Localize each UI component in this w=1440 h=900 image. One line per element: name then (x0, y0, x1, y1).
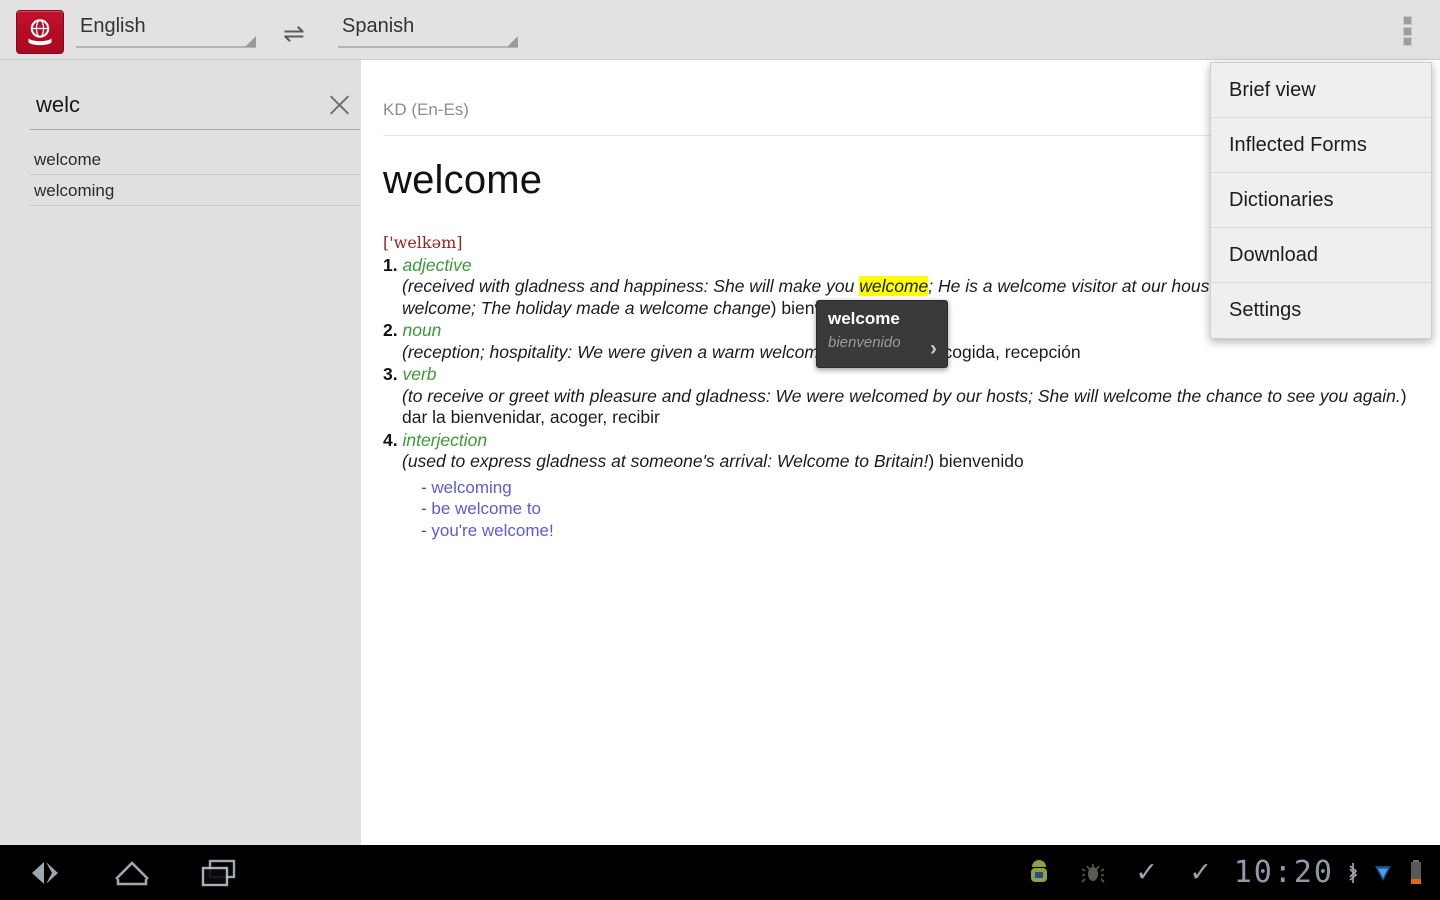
swap-icon: ⇌ (283, 18, 305, 48)
top-bar: English ⇌ Spanish (0, 0, 1440, 60)
system-navigation-bar: ✓ ✓ 10:20 (0, 845, 1440, 900)
related-link-row: - welcoming (421, 477, 1418, 499)
signal-icon (1366, 845, 1400, 900)
sense-translation: bienvenido (934, 451, 1024, 471)
sense-close-paren: ) (1400, 385, 1407, 406)
part-of-speech: noun (402, 320, 442, 340)
source-language-selector[interactable]: English (76, 14, 256, 48)
sense-translation: dar la bienvenidar, acoger, recibir (402, 407, 660, 427)
back-button[interactable] (14, 853, 70, 893)
search-box (30, 88, 360, 130)
related-link[interactable]: you're welcome! (431, 521, 553, 540)
sense-entry: 3. verb (to receive or greet with pleasu… (383, 364, 1418, 429)
swap-languages-button[interactable]: ⇌ (283, 20, 305, 46)
target-language-selector[interactable]: Spanish (338, 14, 518, 48)
menu-item-dictionaries[interactable]: Dictionaries (1211, 173, 1431, 228)
recent-apps-button[interactable] (192, 853, 248, 893)
search-underline (30, 129, 360, 130)
related-link-row: - you're welcome! (421, 520, 1418, 542)
check-icon: ✓ (1189, 857, 1212, 887)
three-dots-icon (1402, 37, 1412, 46)
part-of-speech: interjection (402, 429, 488, 450)
recent-apps-icon (201, 859, 236, 887)
chevron-right-icon[interactable]: › (930, 338, 937, 359)
translation-tooltip[interactable]: welcome bienvenido › (816, 300, 948, 368)
bluetooth-icon (1340, 845, 1366, 900)
list-item[interactable]: welcome (30, 144, 360, 175)
highlighted-term: welcome (859, 276, 929, 296)
home-icon (115, 861, 149, 886)
home-button[interactable] (104, 853, 160, 893)
sense-definition: reception; hospitality: We were given a … (407, 341, 829, 362)
sense-definition: used to express gladness at someone's ar… (407, 451, 929, 471)
bullet-dash: - (421, 477, 432, 497)
clear-search-icon[interactable] (324, 90, 354, 120)
app-icon[interactable] (16, 10, 64, 54)
search-input[interactable] (30, 88, 330, 122)
sense-number: 1. (383, 254, 398, 275)
related-link[interactable]: be welcome to (431, 499, 541, 518)
page-title: welcome (383, 158, 543, 202)
sense-body: (to receive or greet with pleasure and g… (383, 386, 1418, 429)
sense-number: 2. (383, 320, 398, 340)
three-dots-icon (1402, 26, 1412, 36)
list-item[interactable]: welcoming (30, 175, 360, 206)
status-tray: ✓ ✓ 10:20 (1012, 845, 1432, 900)
sense-entry: 4. interjection (used to express gladnes… (383, 430, 1418, 473)
dictionary-globe-book-icon (28, 19, 52, 46)
dictionary-name: KD (En-Es) (383, 100, 469, 119)
part-of-speech: adjective (402, 254, 472, 275)
related-link-row: - be welcome to (421, 498, 1418, 520)
usb-debug-icon (1066, 845, 1120, 900)
tooltip-translation: bienvenido (828, 334, 901, 351)
check-icon: ✓ (1135, 857, 1158, 887)
sense-body: (used to express gladness at someone's a… (383, 451, 1418, 473)
target-language-label: Spanish (342, 15, 415, 37)
left-pane: welcome welcoming (0, 60, 361, 845)
menu-item-download[interactable]: Download (1211, 228, 1431, 283)
sense-definition: to receive or greet with pleasure and gl… (407, 385, 1401, 406)
back-arrow-icon (32, 862, 58, 884)
sense-number: 3. (383, 364, 398, 384)
app-root: English ⇌ Spanish welcome (0, 0, 1440, 900)
sense-definition: received with gladness and happiness: Sh… (407, 276, 860, 296)
menu-item-brief-view[interactable]: Brief view (1211, 63, 1431, 118)
menu-item-inflected-forms[interactable]: Inflected Forms (1211, 118, 1431, 173)
overflow-menu: Brief view Inflected Forms Dictionaries … (1210, 62, 1432, 339)
status-clock: 10:20 (1233, 855, 1334, 890)
source-language-label: English (80, 15, 146, 37)
related-links: - welcoming - be welcome to - you're wel… (383, 477, 1418, 542)
sense-number: 4. (383, 429, 398, 450)
chevron-down-icon (507, 36, 518, 47)
related-link[interactable]: welcoming (431, 478, 511, 497)
part-of-speech: verb (402, 364, 437, 384)
battery-icon (1400, 845, 1432, 900)
bullet-dash: - (421, 520, 432, 540)
overflow-menu-button[interactable] (1394, 14, 1420, 48)
target-language-underline (338, 36, 518, 48)
menu-item-settings[interactable]: Settings (1211, 283, 1431, 338)
suggestion-list: welcome welcoming (30, 144, 360, 206)
source-language-underline (76, 36, 256, 48)
android-robot-icon (1012, 845, 1066, 900)
tooltip-word: welcome (828, 309, 900, 328)
bullet-dash: - (421, 499, 432, 518)
chevron-down-icon (245, 36, 256, 47)
three-dots-icon (1402, 16, 1412, 25)
